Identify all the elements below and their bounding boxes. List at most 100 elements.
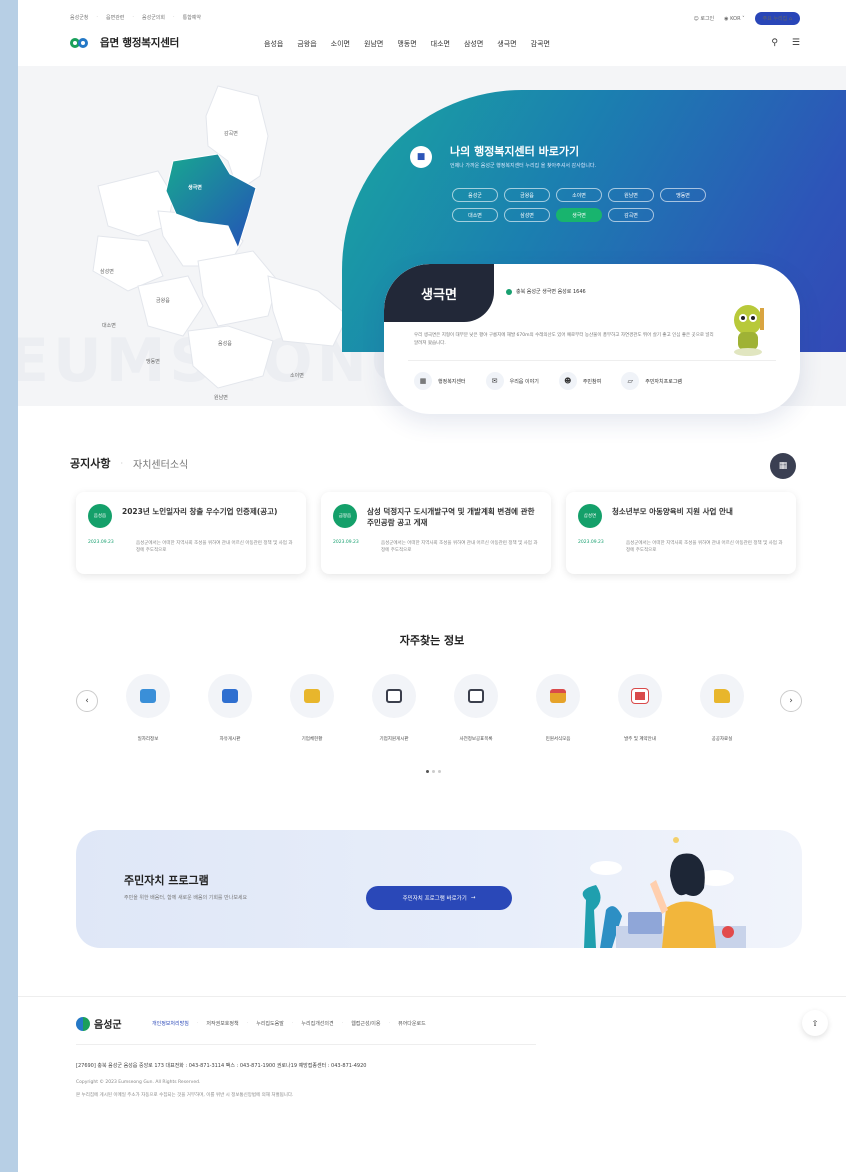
region-link[interactable]: ☻ 주민참여 (558, 372, 601, 390)
footer-link[interactable]: 저작권보호정책 (206, 1020, 238, 1027)
quick-link[interactable]: 기업지원게시판 (366, 674, 422, 742)
util-link[interactable]: 읍면관련 (106, 14, 124, 21)
region-map (92, 85, 349, 389)
panel-subtitle: 언제나 가까운 음성군 행정복지센터 누리집 을 찾아주셔서 감사합니다. (450, 163, 597, 169)
region-chip[interactable]: 음성군 (452, 188, 498, 202)
footer-address: [27690] 충북 음성군 음성읍 중앙로 173 대표전화 : 043-87… (76, 1063, 367, 1069)
region-chip[interactable]: 소이면 (556, 188, 602, 202)
nav-item[interactable]: 소이면 (331, 39, 350, 49)
map-label: 원남면 (214, 395, 228, 401)
nav-item[interactable]: 생극면 (497, 39, 516, 49)
footer-link[interactable]: 개인정보처리방침 (152, 1020, 189, 1027)
region-chip[interactable]: 맹동면 (660, 188, 706, 202)
notice-card[interactable]: 삼성면 청소년부모 아동양육비 지원 사업 안내 2023.09.23 음성군에… (566, 492, 796, 574)
util-link[interactable]: 통합예약 (183, 14, 201, 21)
quick-link[interactable]: 사전정보공표목록 (448, 674, 504, 742)
woman-laptop-illustration (582, 837, 746, 948)
footer-links: 개인정보처리방침 · 저작권보호정책 · 누리집도움말 · 누리집개선의견 · … (152, 1020, 426, 1027)
location-pin-icon (506, 288, 512, 295)
quick-link[interactable]: 기업체현황 (284, 674, 340, 742)
divider (18, 996, 846, 997)
region-card: 생극면 충북 음성군 생극면 음성로 1646 우리 생극면은 지형이 대부분 … (384, 264, 800, 414)
board-icon (222, 689, 238, 703)
map-region-wonnam[interactable] (187, 325, 274, 389)
notice-card[interactable]: 음성읍 2023년 노인일자리 창출 우수기업 인증제(공고) 2023.09.… (76, 492, 306, 574)
region-link[interactable]: ✉ 우리읍 이야기 (485, 372, 539, 390)
region-chip[interactable]: 삼성면 (504, 208, 550, 222)
divider (408, 360, 776, 361)
map-region-eumseong[interactable] (197, 250, 279, 327)
nav-item[interactable]: 음성읍 (264, 39, 283, 49)
company-icon (304, 689, 320, 703)
quick-link[interactable]: 일자리정보 (120, 674, 176, 742)
region-chip-active[interactable]: 생극면 (556, 208, 602, 222)
login-link[interactable]: ☺ 로그인 (694, 15, 715, 22)
chevron-left-icon[interactable]: ‹ (76, 690, 98, 712)
footer-link[interactable]: 웹접근성/이용 (351, 1020, 380, 1027)
nav-item[interactable]: 대소면 (431, 39, 450, 49)
util-link[interactable]: 음성군청 (70, 14, 88, 21)
notice-title: 삼성 덕정지구 도시개발구역 및 개발계획 변경에 관한 주민공람 공고 게재 (367, 507, 535, 527)
section-title: 자주찾는 정보 (399, 634, 465, 647)
notice-date: 2023.09.23 (333, 540, 359, 545)
nav-item[interactable]: 원남면 (364, 39, 383, 49)
building-icon: ▦ (414, 372, 432, 390)
footer-copyright: Copyright © 2023 Eumseong Gun. All Right… (76, 1080, 201, 1085)
program-button[interactable]: 주민자치 프로그램 바로가기 → (366, 886, 512, 910)
chevron-right-icon[interactable]: › (780, 690, 802, 712)
pagination-dot[interactable] (432, 770, 435, 773)
notice-tabs: 공지사항 · 자치센터소식 (70, 455, 188, 471)
notice-body: 음성군에서는 어떠한 지역사회 조성을 위하여 관내 어르신 아동관련 정책 및… (381, 541, 538, 553)
tab-notice[interactable]: 공지사항 (70, 455, 110, 471)
quick-link[interactable]: 자유게시판 (202, 674, 258, 742)
nav-item[interactable]: 맹동면 (397, 39, 416, 49)
footer-link[interactable]: 누리집개선의견 (301, 1020, 333, 1027)
nav-item[interactable]: 금왕읍 (297, 39, 316, 49)
folder-icon (714, 689, 730, 703)
region-chip[interactable]: 금왕읍 (504, 188, 550, 202)
separator: · (291, 1020, 294, 1026)
footer-logo[interactable]: 음성군 (76, 1016, 122, 1031)
region-link[interactable]: ▦ 행정복지센터 (414, 372, 466, 390)
quick-link[interactable]: 공공자료실 (694, 674, 750, 742)
notice-body: 음성군에서는 어떠한 지역사회 조성을 위하여 관내 어르신 아동관련 정책 및… (626, 541, 783, 553)
quick-link[interactable]: 발주 및 계약안내 (612, 674, 668, 742)
people-icon: ☻ (558, 372, 577, 390)
pagination-dot[interactable] (438, 770, 441, 773)
separator: · (120, 458, 124, 468)
nav-item[interactable]: 감곡면 (531, 39, 550, 49)
map-label: 삼성면 (100, 269, 114, 275)
region-description: 우리 생극면은 지형이 대부분 낮은 평야 구릉지에 해발 670m의 수레의산… (414, 333, 714, 346)
region-chip[interactable]: 감곡면 (608, 208, 654, 222)
map-region-maengdong[interactable] (137, 275, 204, 337)
program-banner: 주민자치 프로그램 주민을 위한 배움터, 함께 새로운 배움의 기회를 만나보… (76, 830, 802, 948)
site-title: 읍면 행정복지센터 (100, 36, 180, 49)
separator: · (196, 1020, 199, 1026)
menu-icon[interactable]: ☰ (792, 38, 800, 48)
region-chip[interactable]: 원남면 (608, 188, 654, 202)
notice-card[interactable]: 금왕읍 삼성 덕정지구 도시개발구역 및 개발계획 변경에 관한 주민공람 공고… (321, 492, 551, 574)
quick-link[interactable]: 민원서식모음 (530, 674, 586, 742)
notice-badge: 음성읍 (88, 504, 112, 528)
scroll-top-icon[interactable]: ⇧ (802, 1010, 828, 1036)
notice-body: 음성군에서는 어떠한 지역사회 조성을 위하여 관내 어르신 아동관련 정책 및… (136, 541, 293, 553)
site-logo[interactable]: 읍면 행정복지센터 (70, 34, 179, 50)
search-icon[interactable]: ⚲ (771, 38, 778, 48)
map-label-active: 생극면 (188, 185, 202, 191)
region-chip[interactable]: 대소면 (452, 208, 498, 222)
map-label: 감곡면 (224, 131, 238, 137)
footer-link[interactable]: 뷰어다운로드 (398, 1020, 426, 1027)
map-label: 대소면 (102, 323, 116, 329)
tab-center-news[interactable]: 자치센터소식 (133, 456, 188, 471)
region-link[interactable]: ▱ 주민자치프로그램 (621, 372, 682, 390)
footer-link[interactable]: 누리집도움말 (256, 1020, 284, 1027)
pagination-dot[interactable] (426, 770, 429, 773)
util-link[interactable]: 음성군의회 (142, 14, 165, 21)
notice-title: 2023년 노인일자리 창출 우수기업 인증제(공고) (122, 507, 278, 516)
quick-links: 일자리정보 자유게시판 기업체현황 기업지원게시판 사전정보공표목록 민원서식모… (120, 674, 750, 742)
language-select[interactable]: ◉ KOR ˅ (724, 16, 744, 22)
main-site-button[interactable]: 주요 누리집 ⌂ (754, 12, 800, 25)
map-region-soi[interactable] (267, 275, 349, 347)
more-grid-icon[interactable]: ▦ (770, 453, 796, 479)
nav-item[interactable]: 삼성면 (464, 39, 483, 49)
